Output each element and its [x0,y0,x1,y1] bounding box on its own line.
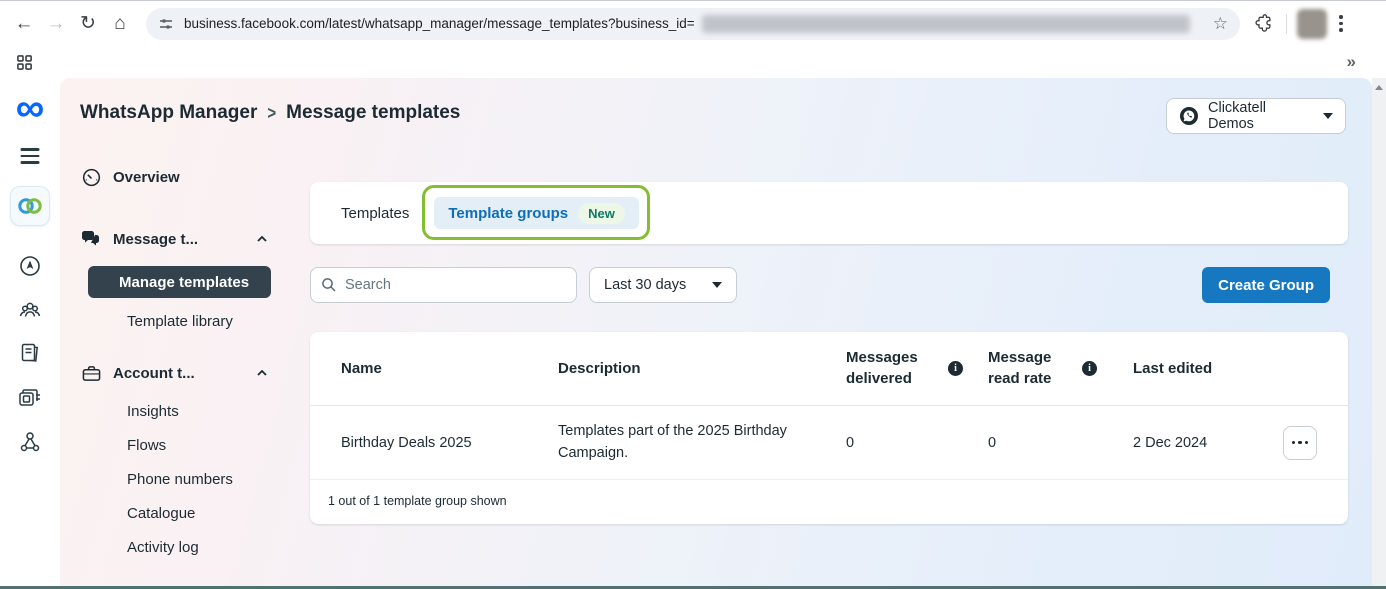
sidebar-item-catalogue[interactable]: Catalogue [80,496,298,530]
home-icon[interactable]: ⌂ [104,8,136,40]
audiences-people-icon[interactable] [17,298,43,322]
sidebar-item-label: Phone numbers [127,471,233,488]
sidebar-section-label: Account t... [113,365,245,382]
redacted-url-segment [702,15,1190,33]
tab-templates[interactable]: Templates [341,205,409,222]
sidebar-section-account-tools[interactable]: Account t... [80,360,298,386]
search-input[interactable] [345,277,566,293]
content-panel: WhatsApp Manager > Message templates Cli… [60,78,1372,586]
cell-message-read-rate: 0 [988,435,1133,451]
bookmark-star-icon[interactable]: ☆ [1213,14,1228,34]
clickatell-app-icon[interactable] [11,187,49,225]
pages-icon[interactable] [18,341,42,365]
sidebar-item-phone-numbers[interactable]: Phone numbers [80,462,298,496]
site-info-icon[interactable] [158,16,174,32]
profile-avatar[interactable] [1297,9,1327,39]
app-rail: ∞ [0,78,60,586]
sidebar-item-label: Activity log [127,539,199,556]
toolbar-divider [1286,14,1287,34]
table-row[interactable]: Birthday Deals 2025 Templates part of th… [310,406,1348,480]
sidebar-item-activity-log[interactable]: Activity log [80,530,298,564]
breadcrumb-parent[interactable]: WhatsApp Manager [80,102,257,124]
apps-grid-icon[interactable] [16,54,33,71]
cell-messages-delivered: 0 [846,435,988,451]
overview-gauge-icon [80,166,102,188]
column-header-description: Description [558,360,846,377]
sidebar-item-label: Manage templates [119,274,249,291]
search-icon [321,277,337,293]
browser-menu-icon[interactable] [1339,15,1343,32]
cell-description: Templates part of the 2025 Birthday Camp… [558,423,787,460]
sidebar-section-label: Message t... [113,231,245,248]
scroll-up-arrow-icon[interactable] [1375,85,1383,90]
table-footer-count: 1 out of 1 template group shown [310,480,1348,524]
ads-compass-icon[interactable] [18,254,42,278]
extensions-icon[interactable] [1254,14,1274,34]
connections-nodes-icon[interactable] [18,430,42,454]
url-bar[interactable]: business.facebook.com/latest/whatsapp_ma… [146,8,1240,40]
new-badge: New [578,203,625,224]
sidebar-section-message-templates[interactable]: Message t... [80,226,298,252]
create-group-button[interactable]: Create Group [1202,267,1330,303]
column-header-last-edited: Last edited [1133,360,1265,377]
sidebar-item-flows[interactable]: Flows [80,428,298,462]
info-icon[interactable]: i [948,361,963,376]
tab-template-groups[interactable]: Template groups New [434,197,638,229]
reload-icon[interactable]: ↻ [72,8,104,40]
rail-menu-icon[interactable] [21,148,40,164]
chevron-down-icon [1323,113,1333,119]
tabs-card: Templates Template groups New [310,182,1348,244]
cell-group-name: Birthday Deals 2025 [341,435,558,451]
tab-template-groups-label: Template groups [448,205,568,222]
forward-icon[interactable]: → [40,8,72,40]
chevron-up-icon [256,367,268,379]
column-header-name: Name [341,360,558,377]
back-icon[interactable]: ← [8,8,40,40]
cell-last-edited: 2 Dec 2024 [1133,435,1265,451]
date-range-dropdown[interactable]: Last 30 days [589,267,737,303]
meta-logo-icon[interactable]: ∞ [16,88,45,128]
breadcrumb-separator: > [267,103,276,123]
briefcase-icon [80,362,102,384]
url-text: business.facebook.com/latest/whatsapp_ma… [184,16,695,31]
sidebar-nav: Overview Message t... Manage templates [80,164,298,564]
chevron-down-icon [712,282,722,288]
sidebar-item-label: Catalogue [127,505,195,522]
row-actions-button[interactable] [1283,426,1317,460]
chevron-up-icon [256,233,268,245]
template-groups-table: Name Description Messages delivered i Me… [310,332,1348,524]
breadcrumb: WhatsApp Manager > Message templates [80,102,460,124]
sidebar-item-manage-templates[interactable]: Manage templates [88,266,271,298]
catalog-cards-icon[interactable] [17,386,43,410]
sidebar-item-template-library[interactable]: Template library [80,310,298,332]
app-window: ∞ [0,78,1386,586]
page-title: Message templates [286,102,460,124]
column-header-messages-delivered: Messages delivered [846,348,934,389]
whatsapp-icon [1179,106,1199,126]
page-scrollbar[interactable] [1372,78,1386,586]
sidebar-item-insights[interactable]: Insights [80,394,298,428]
sidebar-item-label: Overview [113,169,245,186]
table-header-row: Name Description Messages delivered i Me… [310,332,1348,406]
business-selector-label: Clickatell Demos [1208,100,1314,132]
bookmarks-overflow-icon[interactable]: » [1347,52,1370,72]
list-toolbar: Last 30 days Create Group [310,267,1348,303]
sidebar-item-overview[interactable]: Overview [80,164,298,190]
column-header-message-read-rate: Message read rate [988,348,1068,389]
chat-bubbles-icon [80,228,102,250]
info-icon[interactable]: i [1082,361,1097,376]
sidebar-item-label: Insights [127,403,179,420]
business-selector[interactable]: Clickatell Demos [1166,98,1346,134]
bookmarks-bar: » [0,46,1386,78]
sidebar-item-label: Template library [127,313,233,330]
sidebar-item-label: Flows [127,437,166,454]
search-field[interactable] [310,267,577,303]
date-range-value: Last 30 days [604,277,686,293]
screen: ← → ↻ ⌂ business.facebook.com/latest/wha… [0,0,1386,589]
browser-toolbar: ← → ↻ ⌂ business.facebook.com/latest/wha… [0,1,1386,46]
